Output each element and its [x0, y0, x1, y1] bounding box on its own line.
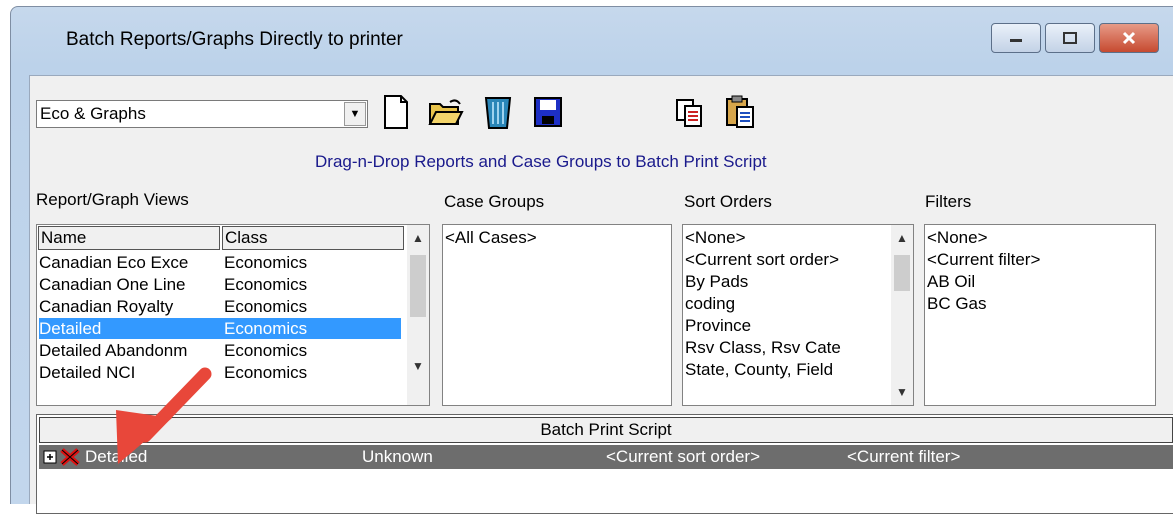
- report-name: Detailed Abandonm: [39, 341, 188, 360]
- filter-item[interactable]: <None>: [927, 227, 988, 248]
- report-name: Canadian Eco Exce: [39, 253, 189, 272]
- report-row-selected[interactable]: Detailed Economics: [39, 318, 401, 339]
- report-class: Economics: [224, 363, 308, 382]
- maximize-icon: [1063, 32, 1077, 44]
- report-class: Economics: [224, 341, 308, 360]
- save-button[interactable]: [528, 92, 568, 132]
- error-x-icon: [59, 447, 83, 467]
- report-row[interactable]: Canadian One Line Economics: [39, 274, 401, 295]
- report-name: Canadian One Line: [39, 275, 186, 294]
- delete-button[interactable]: [478, 92, 518, 132]
- report-class: Economics: [224, 275, 308, 294]
- client-area: Eco & Graphs ▼ Drag-n-Drop Reports and C…: [29, 75, 1173, 514]
- report-name: Detailed: [39, 319, 102, 338]
- column-header-class[interactable]: Class: [222, 226, 404, 250]
- open-button[interactable]: [426, 92, 466, 132]
- batch-report-name: Detailed: [85, 447, 148, 466]
- title-bar[interactable]: Batch Reports/Graphs Directly to printer: [11, 7, 1173, 77]
- close-icon: [1122, 31, 1136, 45]
- sort-orders-label: Sort Orders: [684, 192, 772, 211]
- sort-order-item[interactable]: By Pads: [685, 271, 748, 292]
- batch-print-script[interactable]: Batch Print Script Detailed Unknown <Cur…: [36, 414, 1173, 514]
- filters-list[interactable]: <None> <Current filter> AB Oil BC Gas: [924, 224, 1156, 406]
- maximize-button[interactable]: [1045, 23, 1095, 53]
- paste-icon: [726, 95, 754, 128]
- sort-order-item[interactable]: <Current sort order>: [685, 249, 839, 270]
- sort-order-item[interactable]: State, County, Field: [685, 359, 833, 380]
- scroll-up-icon[interactable]: ▲: [891, 227, 913, 249]
- report-class: Economics: [224, 253, 308, 272]
- paste-button[interactable]: [720, 92, 760, 132]
- case-group-item[interactable]: <All Cases>: [445, 227, 537, 248]
- scroll-thumb[interactable]: [410, 255, 426, 317]
- case-groups-list[interactable]: <All Cases>: [442, 224, 672, 406]
- report-class: Economics: [224, 319, 308, 338]
- scroll-thumb[interactable]: [894, 255, 910, 291]
- expand-icon[interactable]: [43, 448, 59, 464]
- app-window: Batch Reports/Graphs Directly to printer…: [10, 6, 1173, 514]
- report-name: Detailed NCI: [39, 363, 136, 382]
- copy-button[interactable]: [670, 92, 710, 132]
- scroll-down-icon[interactable]: ▼: [407, 355, 429, 377]
- batch-sort-order: <Current sort order>: [606, 447, 761, 466]
- batch-filter: <Current filter>: [847, 447, 961, 466]
- new-button[interactable]: [376, 92, 416, 132]
- scroll-down-icon[interactable]: ▼: [891, 381, 913, 403]
- close-button[interactable]: [1099, 23, 1159, 53]
- batch-script-row[interactable]: Detailed Unknown <Current sort order> <C…: [39, 445, 1173, 469]
- scroll-up-icon[interactable]: ▲: [407, 227, 429, 249]
- open-folder-icon: [428, 99, 464, 125]
- filters-label: Filters: [925, 192, 972, 211]
- case-groups-label: Case Groups: [444, 192, 545, 211]
- chevron-down-icon[interactable]: ▼: [344, 102, 366, 126]
- filter-item[interactable]: <Current filter>: [927, 249, 1040, 270]
- window-title: Batch Reports/Graphs Directly to printer: [66, 29, 403, 50]
- sort-orders-list[interactable]: <None> <Current sort order> By Pads codi…: [682, 224, 914, 406]
- report-views-scrollbar[interactable]: ▲ ▼: [407, 225, 429, 405]
- template-combo-value: Eco & Graphs: [40, 104, 146, 123]
- report-views-list[interactable]: Name Class Canadian Eco Exce Economics C…: [36, 224, 430, 406]
- sort-order-item[interactable]: Province: [685, 315, 751, 336]
- minimize-icon: [1010, 39, 1022, 42]
- drag-drop-hint: Drag-n-Drop Reports and Case Groups to B…: [315, 152, 767, 171]
- new-document-icon: [384, 95, 408, 129]
- template-combo[interactable]: Eco & Graphs ▼: [36, 100, 368, 128]
- batch-script-header: Batch Print Script: [39, 417, 1173, 443]
- save-icon: [534, 97, 562, 127]
- sort-order-item[interactable]: <None>: [685, 227, 746, 248]
- column-header-name[interactable]: Name: [38, 226, 220, 250]
- report-row[interactable]: Canadian Royalty Economics: [39, 296, 401, 317]
- report-row[interactable]: Detailed Abandonm Economics: [39, 340, 401, 361]
- sort-order-item[interactable]: coding: [685, 293, 735, 314]
- trash-icon: [484, 97, 512, 129]
- report-views-label: Report/Graph Views: [36, 190, 189, 209]
- filter-item[interactable]: AB Oil: [927, 271, 975, 292]
- sort-order-item[interactable]: Rsv Class, Rsv Cate: [685, 337, 841, 358]
- copy-icon: [676, 99, 702, 127]
- report-row[interactable]: Canadian Eco Exce Economics: [39, 252, 401, 273]
- filter-item[interactable]: BC Gas: [927, 293, 987, 314]
- batch-case-group: Unknown: [362, 447, 433, 466]
- minimize-button[interactable]: [991, 23, 1041, 53]
- report-class: Economics: [224, 297, 308, 316]
- sort-orders-scrollbar[interactable]: ▲ ▼: [891, 225, 913, 405]
- report-name: Canadian Royalty: [39, 297, 174, 316]
- report-row[interactable]: Detailed NCI Economics: [39, 362, 401, 383]
